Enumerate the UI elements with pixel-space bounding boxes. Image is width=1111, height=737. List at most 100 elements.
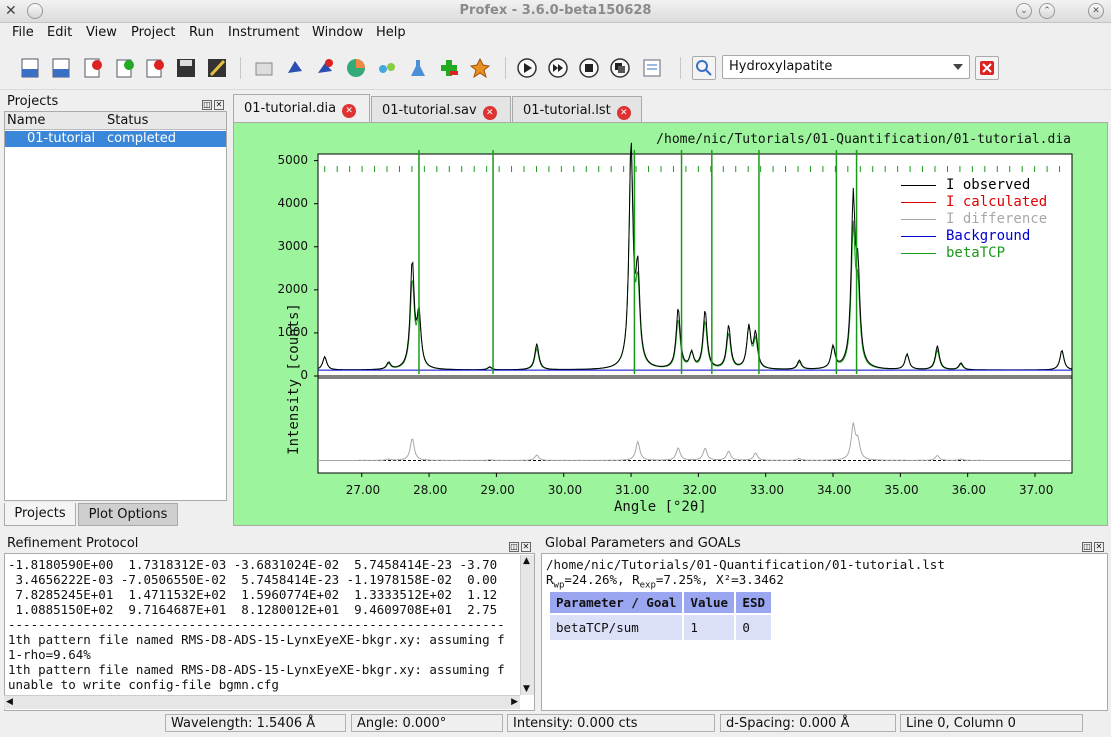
export-list-icon[interactable] [640,56,664,80]
remove-phase-icon[interactable] [313,56,337,80]
tab-lst-label: 01-tutorial.lst [523,103,611,118]
add-phase-icon[interactable] [283,56,307,80]
difference-plot-frame [317,377,1073,474]
close-icon[interactable]: ✕ [214,100,224,110]
window-title: Profex - 3.6.0-beta150628 [459,3,652,18]
open-raw-icon[interactable] [18,56,42,80]
pie-chart-icon[interactable] [344,56,368,80]
menu-view[interactable]: View [86,25,117,40]
log-line: 1th pattern file named RMS-D8-ADS-15-Lyn… [8,632,505,647]
scroll-up-arrow[interactable]: ▲ [523,556,530,566]
column-header-status[interactable]: Status [107,113,148,128]
open-pattern-icon[interactable] [49,56,73,80]
x-tick-label: 30.00 [547,483,583,497]
edit-icon[interactable] [205,56,229,80]
close-icon[interactable]: ✕ [1094,542,1104,552]
menu-bar: File Edit View Project Run Instrument Wi… [0,23,1111,44]
close-icon[interactable]: ✕ [342,104,357,118]
legend-label: I calculated [946,194,1048,210]
stat-sub: exp [639,580,656,591]
maximize-button[interactable]: ⌃ [1039,3,1055,19]
tab-sav-label: 01-tutorial.sav [382,103,477,118]
status-angle: Angle: 0.000° [351,714,503,732]
tab-lst[interactable]: 01-tutorial.lst ✕ [512,96,642,124]
chevron-down-icon [953,64,963,70]
plot-area[interactable]: /home/nic/Tutorials/01-Quantification/01… [233,122,1108,526]
menu-edit[interactable]: Edit [47,25,72,40]
project-name: 01-tutorial [27,131,96,146]
legend-line [901,201,936,204]
vertical-scrollbar[interactable]: ▲ ▼ [520,555,534,695]
table-cell: 1 [684,615,735,640]
menu-file[interactable]: File [12,25,34,40]
column-header: Value [684,592,735,613]
projects-header: Name Status [5,112,226,130]
menu-help[interactable]: Help [376,25,406,40]
menu-run[interactable]: Run [189,25,214,40]
close-file-icon[interactable] [81,56,105,80]
y-tick-label: 2000 [277,281,308,296]
menu-project[interactable]: Project [131,25,175,40]
table-header-row: Parameter / Goal Value ESD [550,592,771,613]
print-icon[interactable] [252,56,276,80]
toolbar-separator [240,57,241,79]
title-bar: ✕ Profex - 3.6.0-beta150628 ⌄ ⌃ ✕ [0,0,1111,23]
horizontal-scrollbar[interactable]: ◀ ▶ [4,695,520,709]
log-line: ----------------------------------------… [8,617,505,632]
tab-dia[interactable]: 01-tutorial.dia ✕ [233,94,370,124]
projects-dock-controls[interactable]: ◫ ✕ [200,96,224,110]
column-header-name[interactable]: Name [7,113,45,128]
refinement-dock-controls[interactable]: ◫ ✕ [507,538,531,552]
save-icon[interactable] [174,56,198,80]
add-item-icon[interactable] [437,56,461,80]
x-axis-label: Angle [°2θ] [614,499,707,515]
refinement-log[interactable]: -1.8180590E+00 1.7318312E-03 -3.6831024E… [4,553,535,711]
legend-label: Background [946,228,1031,244]
close-icon[interactable]: ✕ [616,106,631,120]
tab-plot-options[interactable]: Plot Options [78,503,178,526]
star-icon[interactable] [468,56,492,80]
close-window-button[interactable]: ✕ [1088,3,1104,19]
table-row[interactable]: betaTCP/sum 1 0 [550,615,771,640]
run-all-icon[interactable] [546,56,570,80]
tab-projects[interactable]: Projects [4,503,76,526]
legend-line [901,218,936,221]
table-cell: 0 [736,615,771,640]
float-icon[interactable]: ◫ [509,542,519,552]
run-icon[interactable] [515,56,539,80]
flask-icon[interactable] [406,56,430,80]
menu-window[interactable]: Window [312,25,363,40]
search-icon[interactable] [692,56,716,80]
close-icon[interactable]: ✕ [482,106,497,120]
x-tick-label: 34.00 [817,483,852,497]
status-wavelength: Wavelength: 1.5406 Å [165,714,346,732]
toolbar-separator [505,57,506,79]
clear-search-icon[interactable] [975,56,999,80]
scroll-left-arrow[interactable]: ◀ [6,697,13,707]
structure-icon[interactable] [375,56,399,80]
status-bar: Wavelength: 1.5406 Å Angle: 0.000° Inten… [0,711,1111,737]
scroll-right-arrow[interactable]: ▶ [511,697,518,707]
float-icon[interactable]: ◫ [1082,542,1092,552]
global-parameters-panel[interactable]: /home/nic/Tutorials/01-Quantification/01… [541,553,1108,711]
tab-sav[interactable]: 01-tutorial.sav ✕ [371,96,511,124]
close-project-icon[interactable] [143,56,167,80]
phase-combo[interactable]: Hydroxylapatite [722,55,970,79]
y-tick-label: 5000 [277,152,308,167]
stat-text: =24.26%, R [564,572,640,587]
stop-all-icon[interactable] [608,56,632,80]
close-icon[interactable]: ✕ [521,542,531,552]
legend-label: I observed [946,177,1031,193]
x-tick-label: 28.00 [413,483,448,497]
new-project-icon[interactable] [113,56,137,80]
float-icon[interactable]: ◫ [202,100,212,110]
scroll-down-arrow[interactable]: ▼ [523,684,530,694]
stop-icon[interactable] [577,56,601,80]
global-dock-controls[interactable]: ◫ ✕ [1080,538,1104,552]
legend-item-betatcp: betaTCP [901,245,1047,262]
menu-instrument[interactable]: Instrument [228,25,300,40]
minimize-button[interactable]: ⌄ [1016,3,1032,19]
projects-tree[interactable]: Name Status 01-tutorial completed [4,111,227,501]
project-status: completed [107,131,176,146]
project-row[interactable]: 01-tutorial completed [5,131,226,147]
